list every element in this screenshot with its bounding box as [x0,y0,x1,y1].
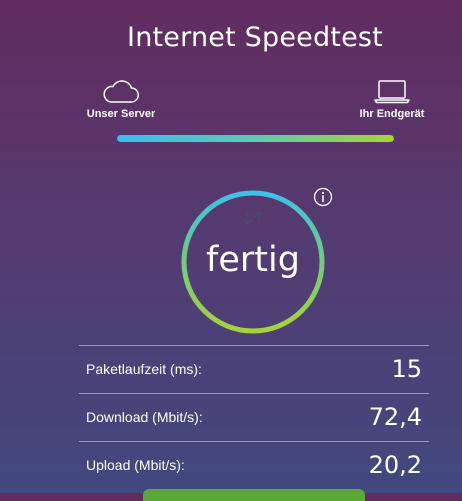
page-title: Internet Speedtest [127,22,383,53]
server-endpoint: Unser Server [83,78,159,120]
results-list: Paketlaufzeit (ms): 15 Download (Mbit/s)… [79,345,429,489]
result-row-download: Download (Mbit/s): 72,4 [79,394,429,442]
down-up-arrows-icon [241,210,265,226]
connection-progress-fill [117,135,394,142]
info-icon[interactable] [313,187,333,207]
device-endpoint: Ihr Endgerät [352,78,432,120]
cloud-icon [103,80,139,103]
server-label: Unser Server [86,108,156,120]
result-value: 72,4 [368,403,422,431]
result-label: Download (Mbit/s): [86,409,203,425]
connection-progress-bar [117,135,394,142]
laptop-icon [374,80,410,104]
result-value: 15 [391,355,422,383]
device-label: Ihr Endgerät [359,108,425,120]
action-button[interactable] [143,489,365,501]
result-label: Upload (Mbit/s): [86,457,185,473]
result-label: Paketlaufzeit (ms): [86,361,202,377]
gauge-status-text: fertig [206,240,300,280]
result-value: 20,2 [368,451,422,479]
result-row-upload: Upload (Mbit/s): 20,2 [79,442,429,489]
result-row-latency: Paketlaufzeit (ms): 15 [79,346,429,394]
